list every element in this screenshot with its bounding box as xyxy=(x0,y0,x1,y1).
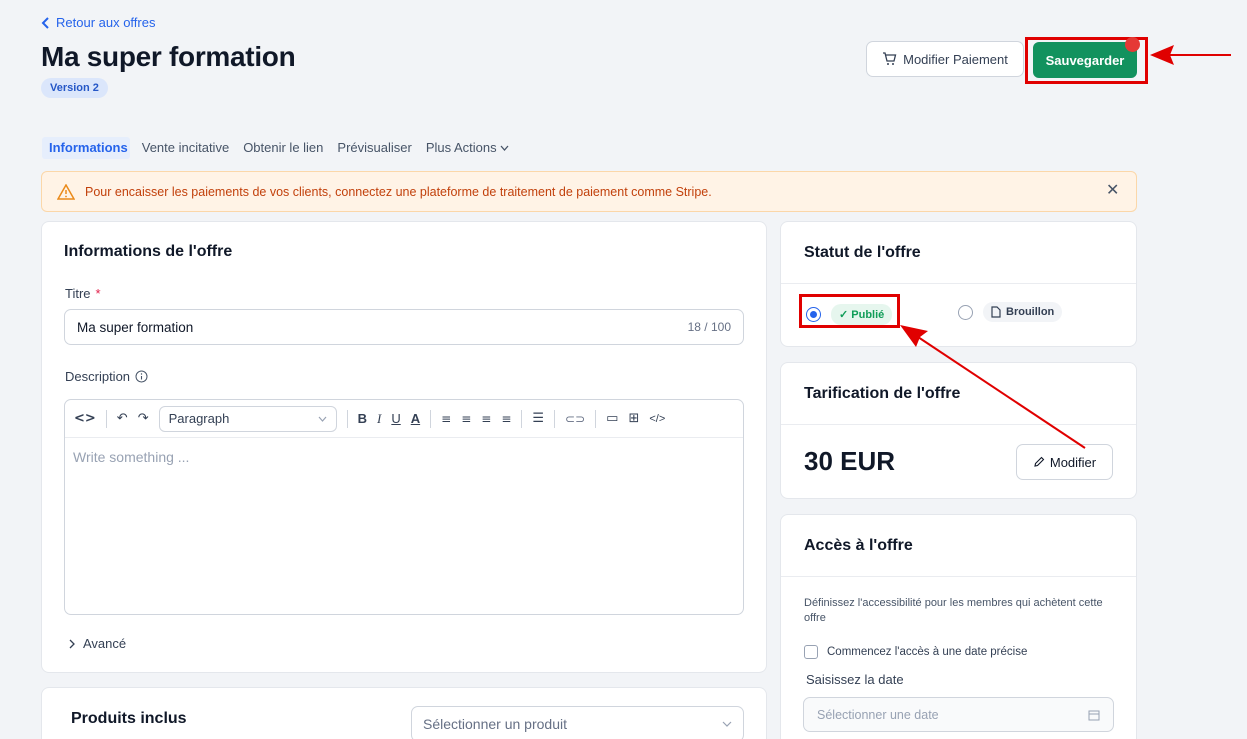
align-justify-icon[interactable]: ≡ xyxy=(501,412,511,426)
bullet-list-icon[interactable]: ☰ xyxy=(532,411,544,426)
published-radio[interactable] xyxy=(806,307,821,322)
close-icon[interactable]: ✕ xyxy=(1106,180,1119,200)
italic-icon[interactable]: I xyxy=(377,411,381,427)
embed-icon[interactable]: ▭ xyxy=(606,411,618,426)
paragraph-style-select[interactable]: Paragraph xyxy=(158,405,337,432)
link-icon[interactable]: ⊂⊃ xyxy=(565,412,585,426)
description-editor: <> ↶ ↷ Paragraph B I U A ≡ ≡ ≡ ≡ ☰ ⊂⊃ ▭ … xyxy=(64,399,744,615)
version-badge: Version 2 xyxy=(41,78,108,98)
date-input[interactable]: Sélectionner une date xyxy=(803,697,1114,732)
tab-previsualiser[interactable]: Prévisualiser xyxy=(337,140,411,155)
save-button[interactable]: Sauvegarder xyxy=(1033,42,1137,78)
pencil-icon xyxy=(1033,456,1045,468)
advanced-toggle[interactable]: Avancé xyxy=(69,636,126,651)
start-date-checkbox[interactable] xyxy=(804,645,818,659)
undo-icon[interactable]: ↶ xyxy=(117,411,128,426)
titre-label-row: Titre * xyxy=(65,286,101,301)
access-card-header: Accès à l'offre xyxy=(781,515,1136,577)
annotation-arrow-published xyxy=(900,325,1086,449)
description-label: Description xyxy=(65,369,131,384)
status-card-header: Statut de l'offre xyxy=(781,222,1136,284)
start-date-option[interactable]: Commencez l'accès à une date précise xyxy=(804,645,1027,659)
date-label: Saisissez la date xyxy=(806,672,904,687)
page-title: Ma super formation xyxy=(41,41,296,72)
table-icon[interactable]: ⊞ xyxy=(628,411,639,426)
tab-plus-actions[interactable]: Plus Actions xyxy=(426,140,509,155)
titre-label: Titre xyxy=(65,286,91,301)
description-label-row: Description xyxy=(65,369,148,384)
underline-icon[interactable]: U xyxy=(391,411,400,426)
modify-payment-label: Modifier Paiement xyxy=(903,51,1008,67)
required-mark: * xyxy=(95,286,101,301)
published-badge: ✓ Publié xyxy=(831,304,893,325)
date-input-placeholder: Sélectionner une date xyxy=(817,707,939,722)
chevron-down-icon xyxy=(318,416,327,422)
editor-placeholder[interactable]: Write something ... xyxy=(65,438,743,476)
back-link-label: Retour aux offres xyxy=(56,15,156,30)
tab-vente-incitative[interactable]: Vente incitative xyxy=(142,140,229,155)
back-link[interactable]: Retour aux offres xyxy=(41,15,155,30)
product-select-placeholder: Sélectionner un produit xyxy=(423,716,567,732)
align-left-icon[interactable]: ≡ xyxy=(441,412,451,426)
redo-icon[interactable]: ↷ xyxy=(138,411,149,426)
offer-info-title: Informations de l'offre xyxy=(64,243,233,260)
calendar-icon xyxy=(1088,709,1100,721)
html-icon[interactable]: </> xyxy=(649,413,665,425)
toolbar-divider xyxy=(346,409,348,428)
align-center-icon[interactable]: ≡ xyxy=(461,412,471,426)
warning-icon xyxy=(57,183,75,200)
tab-plus-actions-label: Plus Actions xyxy=(425,140,497,155)
start-date-label: Commencez l'accès à une date précise xyxy=(827,646,1028,658)
paragraph-style-value: Paragraph xyxy=(168,411,230,426)
toolbar-divider xyxy=(595,409,597,428)
published-label: Publié xyxy=(851,309,885,321)
tab-bar: Informations Vente incitative Obtenir le… xyxy=(49,140,509,155)
titre-input[interactable]: Ma super formation 18 / 100 xyxy=(64,309,744,345)
published-option[interactable]: ✓ Publié xyxy=(806,304,893,325)
access-description: Définissez l'accessibilité pour les memb… xyxy=(804,597,1103,624)
tab-obtenir-lien[interactable]: Obtenir le lien xyxy=(243,140,323,155)
chevron-down-icon xyxy=(722,721,732,727)
tab-informations[interactable]: Informations xyxy=(49,140,128,155)
toolbar-divider xyxy=(105,409,107,428)
align-right-icon[interactable]: ≡ xyxy=(481,412,491,426)
info-icon[interactable] xyxy=(135,370,148,383)
toolbar-divider xyxy=(521,409,523,428)
advanced-label: Avancé xyxy=(83,636,127,651)
modify-payment-button[interactable]: Modifier Paiement xyxy=(866,41,1024,77)
editor-toolbar: <> ↶ ↷ Paragraph B I U A ≡ ≡ ≡ ≡ ☰ ⊂⊃ ▭ … xyxy=(65,400,743,438)
price-value: 30 EUR xyxy=(804,446,896,476)
status-title: Statut de l'offre xyxy=(804,243,921,261)
alert-text: Pour encaisser les paiements de vos clie… xyxy=(85,184,712,199)
titre-input-value: Ma super formation xyxy=(77,319,194,335)
toolbar-divider xyxy=(430,409,432,428)
chevron-down-icon xyxy=(500,145,509,151)
chevron-right-icon xyxy=(69,639,75,649)
bold-icon[interactable]: B xyxy=(358,411,367,426)
notification-dot xyxy=(1125,37,1140,52)
chevron-left-icon xyxy=(41,16,50,29)
code-view-icon[interactable]: <> xyxy=(74,411,96,426)
text-color-icon[interactable]: A xyxy=(411,411,420,426)
access-title: Accès à l'offre xyxy=(804,536,913,554)
annotation-arrow-save xyxy=(1150,45,1231,65)
cart-icon xyxy=(882,52,897,66)
stripe-alert: Pour encaisser les paiements de vos clie… xyxy=(41,171,1137,212)
titre-counter: 18 / 100 xyxy=(687,320,731,334)
toolbar-divider xyxy=(554,409,556,428)
edit-price-label: Modifier xyxy=(1049,454,1097,470)
product-select[interactable]: Sélectionner un produit xyxy=(411,706,744,739)
products-title: Produits inclus xyxy=(71,710,187,727)
